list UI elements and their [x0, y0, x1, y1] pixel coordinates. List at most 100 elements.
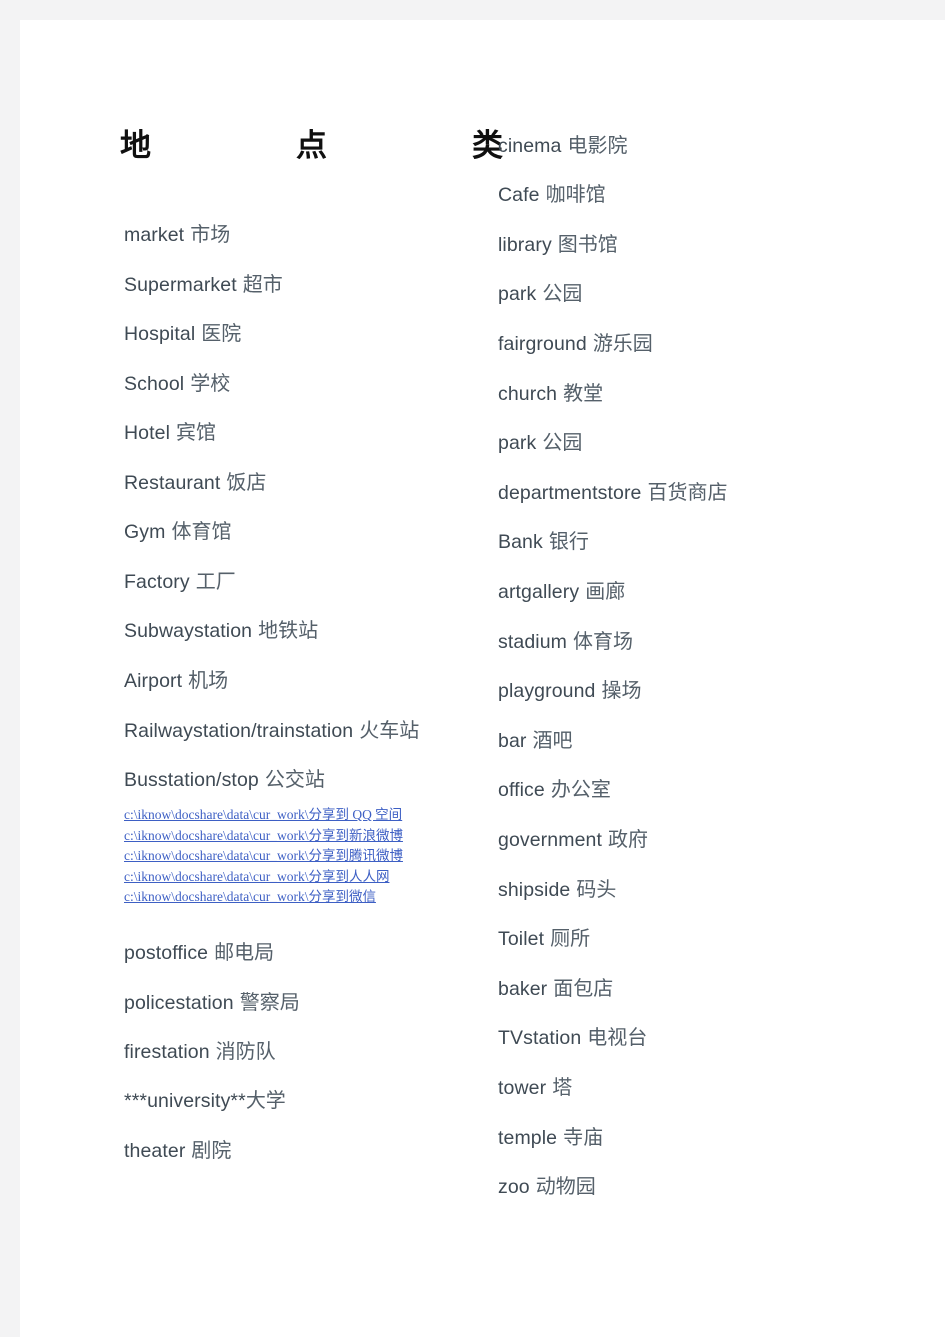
vocab-term-chinese: 办公室: [550, 779, 611, 801]
share-link[interactable]: c:\iknow\docshare\data\cur_work\分享到腾讯微博: [124, 848, 403, 863]
vocab-term-english: zoo: [498, 1176, 530, 1198]
share-link-row: c:\iknow\docshare\data\cur_work\分享到人人网: [124, 869, 403, 885]
share-link[interactable]: c:\iknow\docshare\data\cur_work\分享到微信: [124, 889, 376, 904]
vocab-term-chinese: 地铁站: [258, 620, 319, 642]
vocab-term-english: School: [124, 373, 185, 395]
share-link-row: c:\iknow\docshare\data\cur_work\分享到微信: [124, 889, 403, 905]
vocab-term-english: Toilet: [498, 928, 545, 950]
vocab-term-english: office: [498, 779, 545, 801]
document-page: 地点类 market 市场 Supermarket 超市 Hospital 医院 Schoo…: [20, 20, 945, 1337]
vocab-term-english: market: [124, 224, 185, 246]
vocab-term-chinese: 学校: [190, 373, 231, 395]
vocab-term-chinese: 医院: [201, 323, 242, 345]
vocab-term-english: playground: [498, 680, 596, 702]
vocab-term-english: artgallery: [498, 581, 580, 603]
vocab-entry: policestation 警察局: [124, 993, 300, 1014]
vocab-term-chinese: 动物园: [535, 1176, 596, 1198]
vocab-term-chinese: 机场: [188, 670, 229, 692]
vocab-term-chinese: 公园: [542, 283, 583, 305]
vocab-term-english: library: [498, 234, 552, 256]
vocab-term-chinese: 饭店: [226, 472, 267, 494]
vocab-entry: Cafe 咖啡馆: [498, 185, 606, 206]
vocab-term-chinese: 公交站: [264, 769, 325, 791]
vocab-term-english: tower: [498, 1077, 547, 1099]
share-link[interactable]: c:\iknow\docshare\data\cur_work\分享到人人网: [124, 869, 389, 884]
vocab-term-chinese: 政府: [607, 829, 648, 851]
vocab-term-chinese: 面包店: [553, 978, 614, 1000]
vocab-entry: Bank 银行: [498, 532, 589, 553]
vocab-entry: Hospital 医院: [124, 324, 241, 345]
vocab-term-chinese: 宾馆: [176, 422, 217, 444]
share-link-row: c:\iknow\docshare\data\cur_work\分享到 QQ 空…: [124, 807, 403, 823]
vocab-term-english: ***university**: [124, 1090, 246, 1112]
vocab-term-english: Hospital: [124, 323, 196, 345]
vocab-term-english: Bank: [498, 531, 543, 553]
vocab-entry: church 教堂: [498, 384, 603, 405]
vocab-term-chinese: 公园: [542, 432, 583, 454]
vocab-entry: artgallery 画廊: [498, 582, 625, 603]
vocab-entry: Busstation/stop 公交站: [124, 770, 325, 791]
vocab-term-chinese: 塔: [552, 1077, 573, 1099]
vocab-entry: zoo 动物园: [498, 1177, 596, 1198]
vocab-entry: ***university**大学: [124, 1091, 286, 1112]
vocab-entry: tower 塔: [498, 1078, 572, 1099]
vocab-term-english: park: [498, 432, 537, 454]
vocab-entry: School 学校: [124, 374, 230, 395]
vocab-entry: Gym 体育馆: [124, 522, 231, 543]
vocab-entry: firestation 消防队: [124, 1042, 276, 1063]
vocab-entry: theater 剧院: [124, 1141, 231, 1162]
vocab-entry: Hotel 宾馆: [124, 423, 216, 444]
vocab-term-chinese: 操场: [601, 680, 642, 702]
vocab-entry: Airport 机场: [124, 671, 228, 692]
vocab-term-english: policestation: [124, 992, 234, 1014]
vocab-term-english: Cafe: [498, 184, 540, 206]
vocab-entry: playground 操场: [498, 681, 642, 702]
vocab-term-chinese: 市场: [190, 224, 231, 246]
vocab-entry: Factory 工厂: [124, 572, 236, 593]
share-link[interactable]: c:\iknow\docshare\data\cur_work\分享到 QQ 空…: [124, 807, 402, 822]
share-link[interactable]: c:\iknow\docshare\data\cur_work\分享到新浪微博: [124, 828, 403, 843]
vocab-term-english: departmentstore: [498, 482, 642, 504]
vocab-entry: Supermarket 超市: [124, 275, 283, 296]
vocab-entry: Toilet 厕所: [498, 929, 590, 950]
vocab-term-chinese: 银行: [548, 531, 589, 553]
document-body: 地点类 market 市场 Supermarket 超市 Hospital 医院 Schoo…: [20, 20, 945, 1337]
vocab-term-chinese: 体育场: [572, 631, 633, 653]
vocab-term-english: TVstation: [498, 1027, 582, 1049]
vocab-term-english: Subwaystation: [124, 620, 253, 642]
page-title: 地点类: [120, 120, 503, 165]
vocab-term-chinese: 图书馆: [557, 234, 618, 256]
vocab-term-chinese: 大学: [245, 1090, 286, 1112]
vocab-entry: library 图书馆: [498, 235, 618, 256]
vocab-entry: park 公园: [498, 433, 582, 454]
vocab-term-english: fairground: [498, 333, 587, 355]
vocab-term-english: Airport: [124, 670, 183, 692]
vocab-term-english: postoffice: [124, 942, 209, 964]
vocab-term-chinese: 百货商店: [647, 482, 728, 504]
vocab-term-chinese: 厕所: [550, 928, 591, 950]
vocab-term-english: park: [498, 283, 537, 305]
vocab-term-english: temple: [498, 1127, 558, 1149]
vocab-term-chinese: 教堂: [563, 383, 604, 405]
title-char-2: 点: [296, 128, 327, 163]
vocab-term-chinese: 酒吧: [532, 730, 573, 752]
vocab-entry: Railwaystation/trainstation 火车站: [124, 721, 419, 742]
vocab-entry: departmentstore 百货商店: [498, 483, 728, 504]
vocab-term-english: Supermarket: [124, 274, 237, 296]
vocab-term-chinese: 消防队: [215, 1041, 276, 1063]
vocab-term-english: church: [498, 383, 558, 405]
vocab-term-english: firestation: [124, 1041, 210, 1063]
share-link-row: c:\iknow\docshare\data\cur_work\分享到新浪微博: [124, 828, 403, 844]
vocab-entry: shipside 码头: [498, 880, 616, 901]
vocab-term-chinese: 邮电局: [214, 942, 275, 964]
vocab-term-english: bar: [498, 730, 527, 752]
vocab-entry: government 政府: [498, 830, 648, 851]
vocab-entry: park 公园: [498, 284, 582, 305]
vocab-term-chinese: 警察局: [239, 992, 300, 1014]
vocab-term-chinese: 咖啡馆: [545, 184, 606, 206]
vocab-term-english: Restaurant: [124, 472, 221, 494]
vocab-entry: fairground 游乐园: [498, 334, 653, 355]
title-char-1: 地: [120, 128, 151, 163]
vocab-term-english: government: [498, 829, 602, 851]
vocab-term-english: Railwaystation/trainstation: [124, 720, 354, 742]
